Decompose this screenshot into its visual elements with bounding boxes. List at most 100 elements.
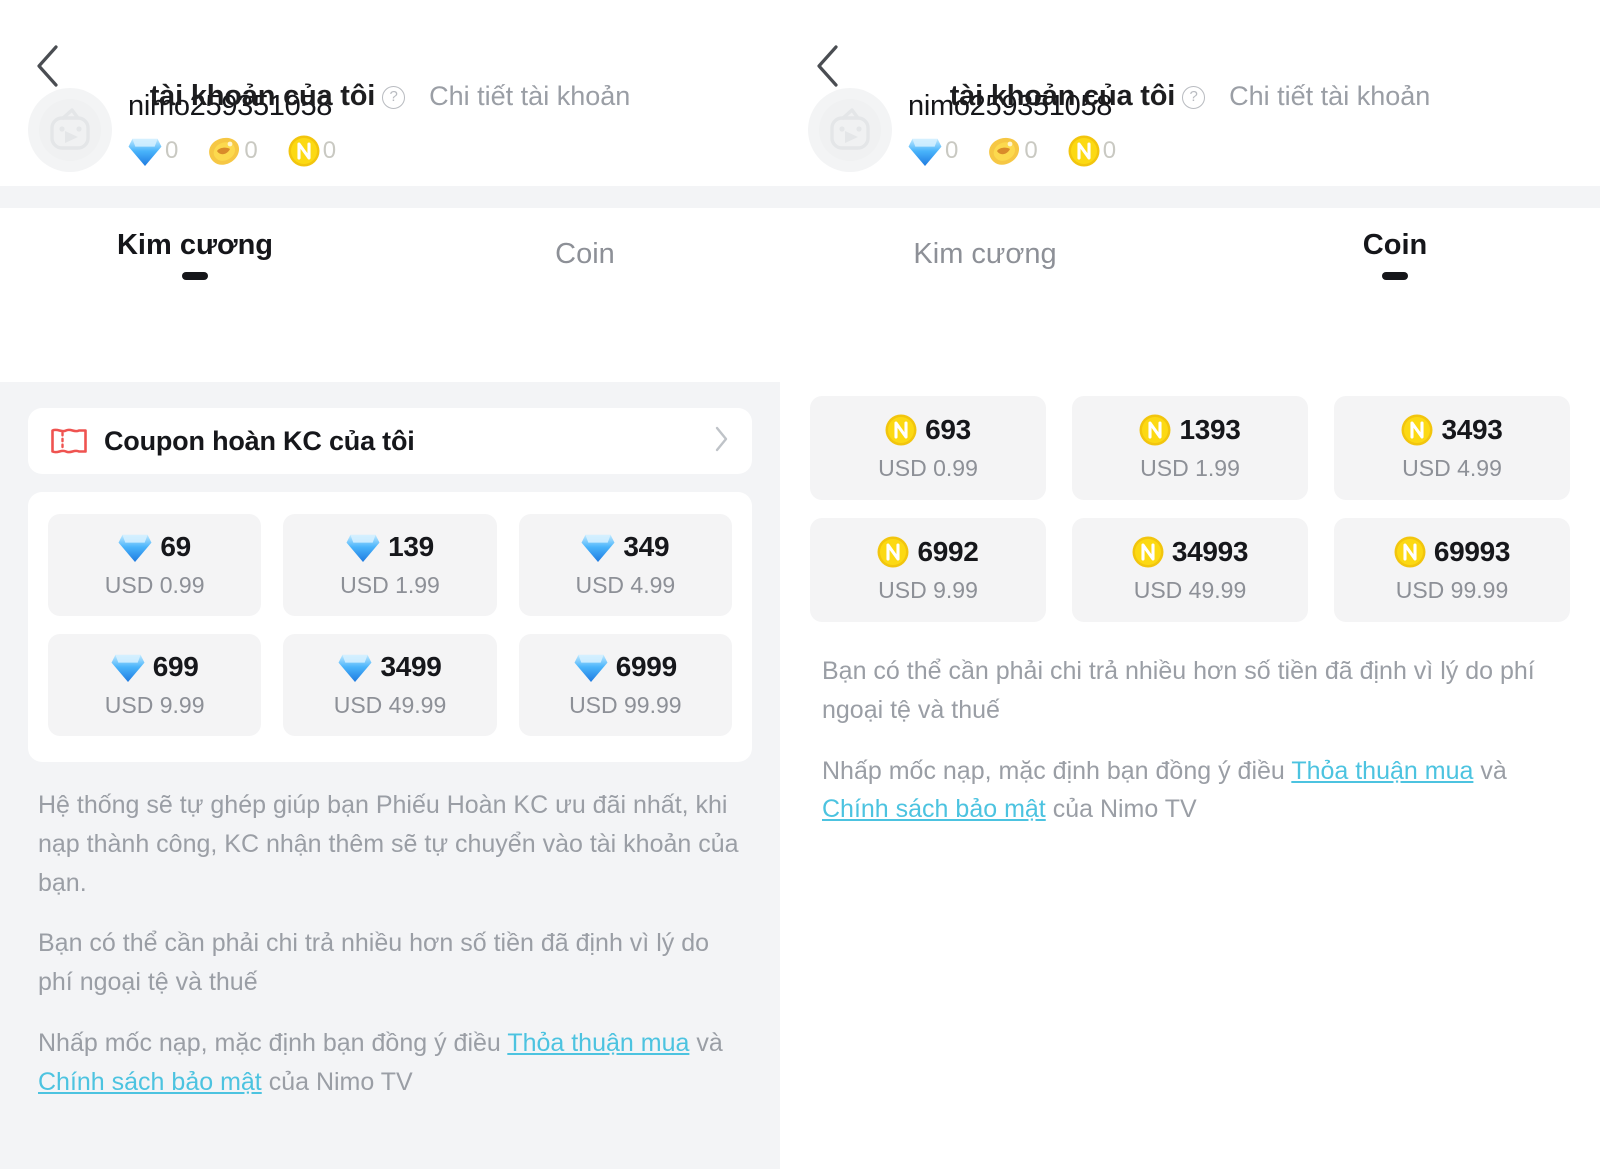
chevron-left-icon [814, 44, 840, 88]
currency-bean[interactable]: 0 [988, 136, 1038, 167]
ncoin-icon [885, 414, 917, 446]
gem-icon [111, 652, 145, 683]
package-amount-row: 69 [118, 531, 191, 563]
account-info-right: nimo259351058 0 0 0 [908, 88, 1116, 167]
ncoin-icon [1068, 135, 1100, 167]
note-extra-fee: Bạn có thể cần phải chi trả nhiều hơn số… [38, 929, 709, 996]
currency-bean[interactable]: 0 [208, 136, 258, 167]
screen-coin-tab: tài khoản của tôi ? Chi tiết tài khoản n… [780, 0, 1600, 1169]
package-amount-row: 69993 [1394, 536, 1510, 568]
privacy-policy-link[interactable]: Chính sách bảo mật [38, 1068, 262, 1096]
purchase-agreement-link[interactable]: Thỏa thuận mua [507, 1029, 689, 1057]
purchase-agreement-link[interactable]: Thỏa thuận mua [1291, 757, 1473, 785]
dual-screenshot-container: tài khoản của tôi ? Chi tiết tài khoản n… [0, 0, 1600, 1169]
gem-icon [581, 532, 615, 563]
package-option[interactable]: 69993 USD 99.99 [1334, 518, 1570, 622]
package-option[interactable]: 3499 USD 49.99 [283, 634, 497, 736]
avatar[interactable] [28, 88, 112, 172]
top-bar-right: tài khoản của tôi ? Chi tiết tài khoản [780, 0, 1600, 112]
package-price: USD 49.99 [333, 692, 447, 718]
notes-left: Hệ thống sẽ tự ghép giúp bạn Phiếu Hoàn … [28, 762, 752, 1101]
top-bar-left: tài khoản của tôi ? Chi tiết tài khoản [0, 0, 780, 112]
gem-balance: 0 [945, 137, 959, 164]
section-divider-left [0, 186, 780, 208]
tab-bar-right: Kim cương Coin [780, 208, 1600, 300]
nimo-logo-placeholder-icon [818, 98, 882, 162]
note-agreement-before: Nhấp mốc nạp, mặc định bạn đồng ý điều [38, 1028, 508, 1057]
package-option[interactable]: 139 USD 1.99 [283, 514, 497, 616]
currency-gem[interactable]: 0 [128, 136, 178, 167]
ncoin-icon [877, 536, 909, 568]
note-agreement-after: của Nimo TV [261, 1067, 413, 1096]
package-option[interactable]: 693 USD 0.99 [810, 396, 1046, 500]
question-mark-icon[interactable]: ? [382, 86, 406, 109]
package-amount: 69993 [1433, 536, 1511, 567]
account-detail-link[interactable]: Chi tiết tài khoản [1229, 81, 1430, 112]
package-option[interactable]: 349 USD 4.99 [518, 514, 732, 616]
note-agreement-middle: và [689, 1028, 723, 1057]
tab-label: Kim cương [116, 228, 274, 261]
package-price: USD 49.99 [1133, 577, 1247, 603]
package-option[interactable]: 6999 USD 99.99 [518, 634, 732, 736]
package-option[interactable]: 69 USD 0.99 [48, 514, 262, 616]
package-option[interactable]: 1393 USD 1.99 [1072, 396, 1308, 500]
package-amount-row: 349 [581, 531, 670, 563]
package-price: USD 9.99 [104, 692, 205, 718]
package-amount: 699 [152, 651, 199, 682]
coin-tab-content: 693 USD 0.99 1393 USD 1.99 3493 USD 4.99… [780, 382, 1600, 1169]
package-amount: 6992 [917, 536, 979, 567]
gem-icon [338, 652, 372, 683]
avatar[interactable] [808, 88, 892, 172]
tab-kim-cuong[interactable]: Kim cương [780, 208, 1190, 300]
tab-active-indicator [1382, 271, 1408, 280]
package-amount: 693 [925, 414, 971, 445]
package-price: USD 4.99 [1402, 455, 1502, 481]
currency-ncoin[interactable]: 0 [1068, 135, 1116, 167]
package-option[interactable]: 34993 USD 49.99 [1072, 518, 1308, 622]
note-agreement-middle: và [1473, 756, 1507, 785]
package-amount-row: 139 [346, 531, 434, 563]
ncoin-balance: 0 [1102, 137, 1117, 164]
package-amount: 69 [160, 531, 191, 562]
section-divider-right [780, 186, 1600, 208]
username: nimo259351058 [908, 90, 1113, 122]
package-amount-row: 699 [111, 651, 199, 683]
package-amount-row: 3499 [338, 651, 442, 683]
tab-coin[interactable]: Coin [390, 208, 780, 300]
back-button[interactable] [20, 44, 74, 88]
diamond-tab-content: Coupon hoàn KC của tôi 69 USD 0.99 139 U… [0, 382, 780, 1169]
back-button[interactable] [800, 44, 854, 88]
account-summary-right: nimo259351058 0 0 0 [780, 66, 1600, 186]
currency-gem[interactable]: 0 [908, 136, 958, 167]
tab-label: Kim cương [913, 237, 1057, 270]
account-detail-link[interactable]: Chi tiết tài khoản [429, 81, 630, 112]
screen-diamond-tab: tài khoản của tôi ? Chi tiết tài khoản n… [0, 0, 780, 1169]
ncoin-icon [1401, 414, 1433, 446]
tab-kim-cuong[interactable]: Kim cương [0, 208, 390, 300]
package-amount: 3493 [1441, 414, 1503, 445]
coupon-ticket-icon [50, 426, 88, 456]
package-amount: 6999 [615, 651, 677, 682]
note-agreement: Nhấp mốc nạp, mặc định bạn đồng ý điều T… [38, 1024, 742, 1102]
tab-active-indicator [182, 271, 208, 280]
package-option[interactable]: 699 USD 9.99 [48, 634, 262, 736]
bean-icon [988, 136, 1021, 167]
account-info-left: nimo259351058 0 0 0 [128, 88, 336, 167]
tab-coin[interactable]: Coin [1190, 208, 1600, 300]
tab-label: Coin [1362, 228, 1428, 261]
package-price: USD 1.99 [1140, 455, 1240, 481]
package-price: USD 1.99 [340, 572, 440, 598]
coupon-entry-row[interactable]: Coupon hoàn KC của tôi [28, 408, 752, 474]
note-coupon-auto: Hệ thống sẽ tự ghép giúp bạn Phiếu Hoàn … [38, 791, 739, 897]
package-option[interactable]: 3493 USD 4.99 [1334, 396, 1570, 500]
question-mark-icon[interactable]: ? [1182, 86, 1206, 109]
ncoin-icon [1394, 536, 1426, 568]
currency-row-right: 0 0 0 [908, 135, 1116, 167]
package-amount: 349 [623, 531, 670, 562]
privacy-policy-link[interactable]: Chính sách bảo mật [822, 795, 1046, 823]
gem-balance: 0 [165, 137, 179, 164]
package-option[interactable]: 6992 USD 9.99 [810, 518, 1046, 622]
currency-ncoin[interactable]: 0 [288, 135, 336, 167]
bean-icon [208, 136, 241, 167]
package-amount-row: 3493 [1401, 414, 1503, 446]
